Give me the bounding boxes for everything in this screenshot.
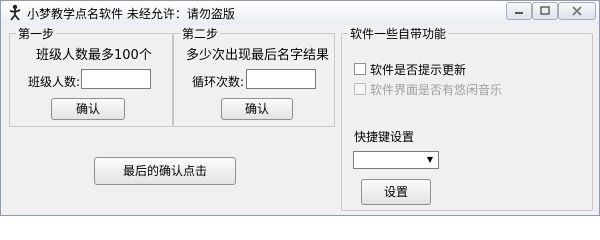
final-confirm-button[interactable]: 最后的确认点击	[94, 157, 236, 185]
stick-figure-icon	[9, 4, 21, 21]
step2-group: 第二步 多少次出现最后名字结果 循环次数: 确认	[173, 25, 335, 127]
step2-legend: 第二步	[180, 25, 221, 42]
step1-heading: 班级人数最多100个	[36, 48, 152, 63]
window-title: 小梦教学点名软件 未经允许：请勿盗版	[27, 7, 235, 21]
chevron-down-icon: ▼	[426, 155, 434, 164]
music-checkbox[interactable]	[354, 83, 366, 95]
shortcut-label: 快捷键设置	[354, 130, 415, 144]
loop-count-label: 循环次数:	[192, 75, 245, 89]
title-bar: 小梦教学点名软件 未经允许：请勿盗版	[1, 1, 599, 25]
update-prompt-label: 软件是否提示更新	[370, 63, 467, 77]
step1-confirm-button[interactable]: 确认	[51, 98, 125, 120]
features-group: 软件一些自带功能 软件是否提示更新 软件界面是否有悠闲音乐 快捷键设置 ▼ 设置	[341, 25, 593, 211]
app-window: 小梦教学点名软件 未经允许：请勿盗版 第一步 班级人数最多100个 班级人数: …	[0, 0, 600, 216]
music-label: 软件界面是否有悠闲音乐	[370, 83, 503, 97]
settings-button[interactable]: 设置	[361, 179, 431, 205]
step1-group: 第一步 班级人数最多100个 班级人数: 确认	[9, 25, 173, 127]
step1-legend: 第一步	[16, 25, 57, 42]
features-legend: 软件一些自带功能	[348, 25, 449, 42]
close-button[interactable]	[558, 2, 596, 20]
minimize-button[interactable]	[506, 2, 532, 20]
minimize-icon	[515, 12, 523, 14]
update-prompt-checkbox[interactable]	[354, 63, 366, 75]
step2-heading: 多少次出现最后名字结果	[186, 48, 330, 63]
maximize-icon	[540, 6, 550, 15]
loop-count-input[interactable]	[246, 69, 316, 89]
step2-confirm-button[interactable]: 确认	[221, 98, 293, 120]
class-size-label: 班级人数:	[28, 75, 81, 89]
shortcut-select[interactable]: ▼	[353, 151, 439, 169]
close-icon	[572, 6, 582, 16]
class-size-input[interactable]	[81, 69, 151, 89]
maximize-button[interactable]	[532, 2, 558, 20]
